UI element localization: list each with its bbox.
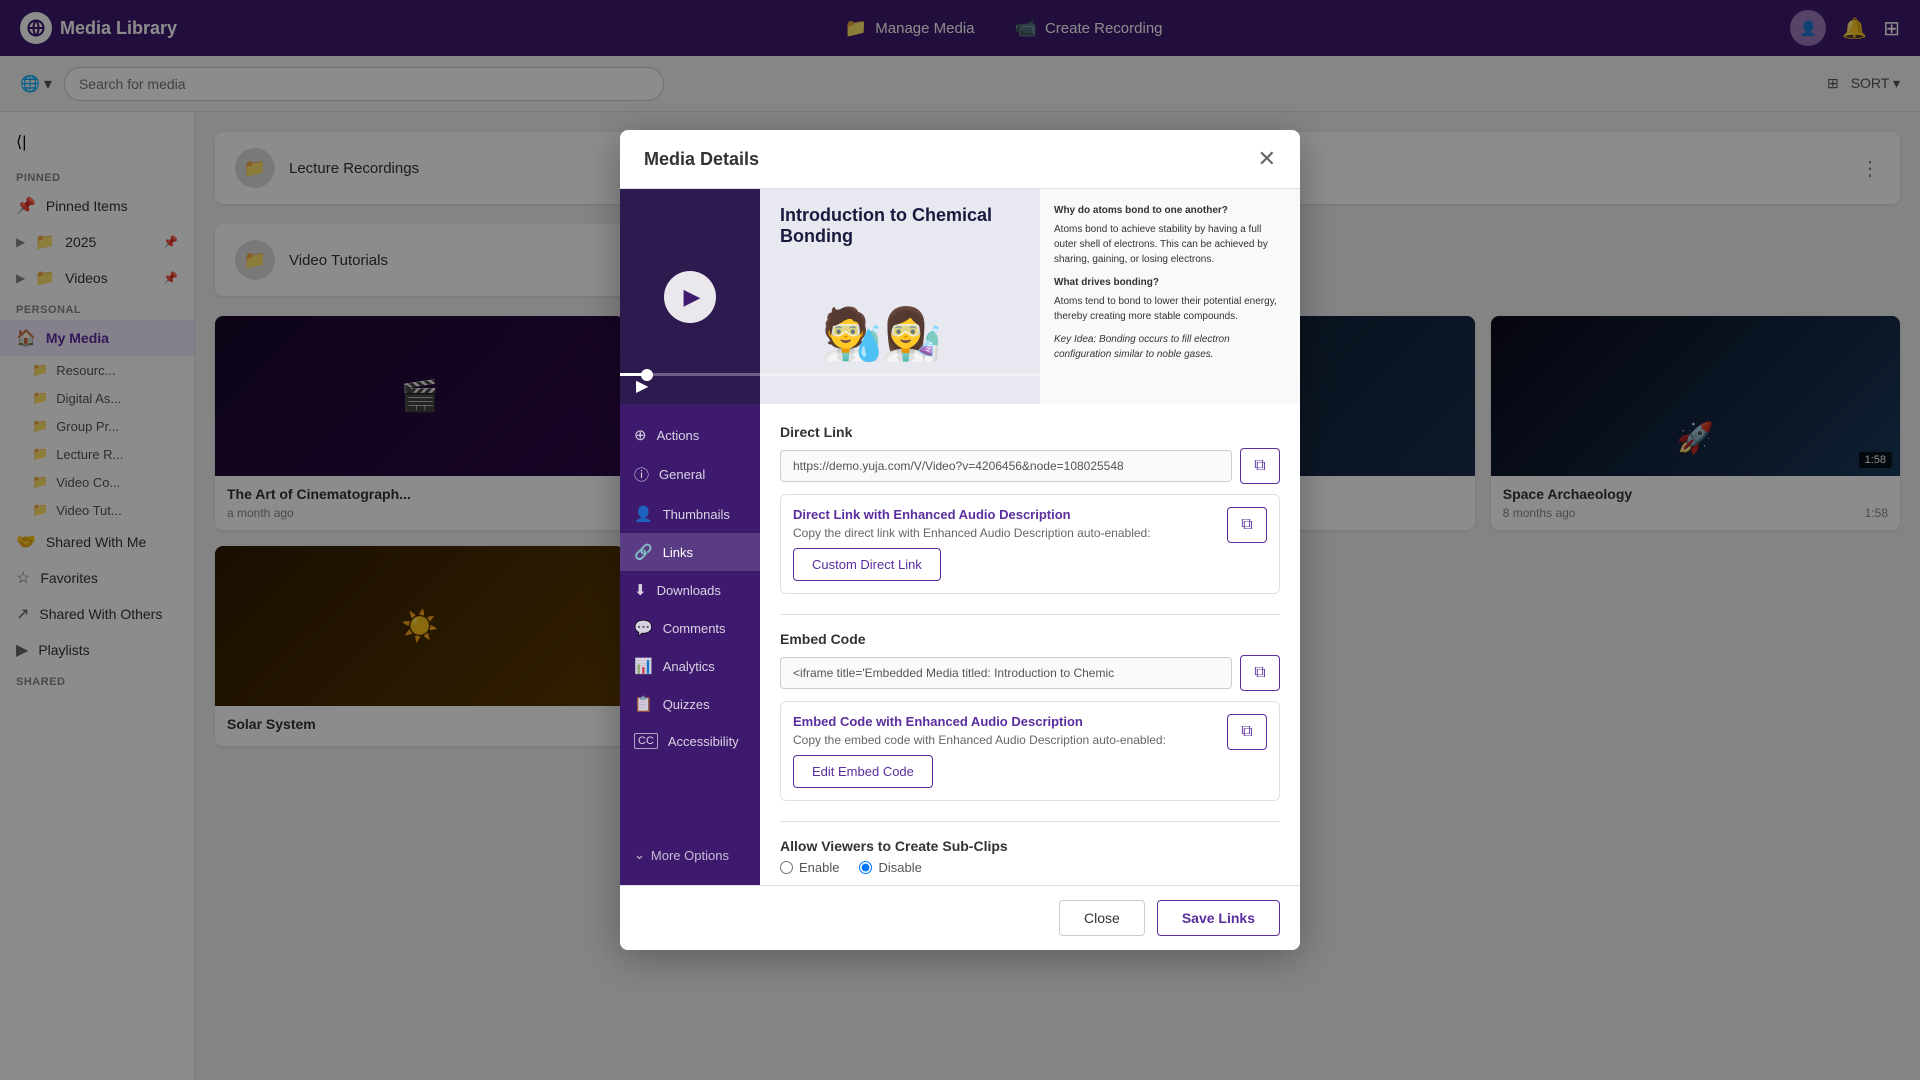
enable-radio[interactable] [780,861,793,874]
sub-clips-section: Allow Viewers to Create Sub-Clips Enable… [780,838,1280,875]
enhanced-embed-label: Embed Code with Enhanced Audio Descripti… [793,714,1219,729]
custom-direct-link-button[interactable]: Custom Direct Link [793,548,941,581]
modal-nav-content-row: ⊕ Actions ⓘ General 👤 Thumbnails 🔗 Links… [620,404,1300,885]
sub-clips-radio-group: Enable Disable [780,860,1280,875]
video-text-a1: Atoms bond to achieve stability by havin… [1054,222,1286,267]
video-play-button[interactable]: ▶ [664,271,716,323]
enhanced-embed-body: Embed Code with Enhanced Audio Descripti… [793,714,1219,755]
copy-enhanced-embed-button[interactable]: ⧉ [1227,714,1267,750]
enable-radio-label[interactable]: Enable [780,860,839,875]
embed-code-section: Embed Code ⧉ Embed Code with Enhanced Au… [780,631,1280,801]
actions-icon: ⊕ [634,426,647,444]
embed-code-input[interactable] [780,657,1232,689]
video-text-key: Key Idea: Bonding occurs to fill electro… [1054,332,1286,362]
enhanced-direct-label: Direct Link with Enhanced Audio Descript… [793,507,1219,522]
modal-nav-downloads[interactable]: ⬇ Downloads [620,571,760,609]
modal-navigation: ⊕ Actions ⓘ General 👤 Thumbnails 🔗 Links… [620,404,760,885]
video-progress-bar[interactable] [620,373,1300,376]
modal-nav-thumbnails[interactable]: 👤 Thumbnails [620,495,760,533]
direct-link-row: ⧉ [780,448,1280,484]
modal-nav-general[interactable]: ⓘ General [620,454,760,495]
embed-code-row: ⧉ [780,655,1280,691]
modal-nav-links[interactable]: 🔗 Links [620,533,760,571]
accessibility-icon: CC [634,733,658,749]
enhanced-embed-row: Embed Code with Enhanced Audio Descripti… [793,714,1267,755]
thumbnails-icon: 👤 [634,505,653,523]
enhanced-direct-row: Direct Link with Enhanced Audio Descript… [793,507,1267,548]
modal-nav-quizzes[interactable]: 📋 Quizzes [620,685,760,723]
quizzes-icon: 📋 [634,695,653,713]
enhanced-direct-body: Direct Link with Enhanced Audio Descript… [793,507,1219,548]
modal-close-button[interactable]: ✕ [1258,146,1276,172]
enhanced-embed-desc: Copy the embed code with Enhanced Audio … [793,733,1219,747]
direct-link-input[interactable] [780,450,1232,482]
video-animation-panel: Introduction to Chemical Bonding 🧑‍🔬 👩‍🔬… [760,189,1040,404]
media-details-modal: Media Details ✕ ▶ Introduction to Chemic… [620,130,1300,950]
copy-direct-link-button[interactable]: ⧉ [1240,448,1280,484]
video-text-q2: What drives bonding? [1054,275,1286,290]
links-icon: 🔗 [634,543,653,561]
enhanced-direct-desc: Copy the direct link with Enhanced Audio… [793,526,1219,540]
comments-icon: 💬 [634,619,653,637]
video-title-text: Introduction to Chemical Bonding [760,189,1040,263]
enhanced-embed-section: Embed Code with Enhanced Audio Descripti… [780,701,1280,801]
edit-embed-code-button[interactable]: Edit Embed Code [793,755,933,788]
video-text-q1: Why do atoms bond to one another? [1054,203,1286,218]
sub-clips-label: Allow Viewers to Create Sub-Clips [780,838,1280,854]
copy-embed-code-button[interactable]: ⧉ [1240,655,1280,691]
video-text-panel: Why do atoms bond to one another? Atoms … [1040,189,1300,404]
embed-code-label: Embed Code [780,631,1280,647]
direct-link-label: Direct Link [780,424,1280,440]
enhanced-direct-link-section: Direct Link with Enhanced Audio Descript… [780,494,1280,594]
modal-nav-accessibility[interactable]: CC Accessibility [620,723,760,759]
modal-nav-more-options[interactable]: ⌄ More Options [620,837,760,873]
save-links-button[interactable]: Save Links [1157,900,1280,936]
direct-link-section: Direct Link ⧉ Direct Link with Enhanced … [780,424,1280,594]
modal-title: Media Details [644,149,759,170]
video-text-a2: Atoms tend to bond to lower their potent… [1054,294,1286,324]
analytics-icon: 📊 [634,657,653,675]
water-icon: 💧 [850,329,887,364]
modal-content-panel: Direct Link ⧉ Direct Link with Enhanced … [760,404,1300,885]
modal-header: Media Details ✕ [620,130,1300,189]
divider-1 [780,614,1280,615]
modal-video-area: ▶ Introduction to Chemical Bonding 🧑‍🔬 👩… [620,189,1300,404]
modal-nav-analytics[interactable]: 📊 Analytics [620,647,760,685]
downloads-icon: ⬇ [634,581,647,599]
modal-footer: Close Save Links [620,885,1300,950]
copy-enhanced-direct-button[interactable]: ⧉ [1227,507,1267,543]
disable-radio-label[interactable]: Disable [859,860,921,875]
character-figure-right: 👩‍🔬 [880,305,942,364]
divider-2 [780,821,1280,822]
more-options-chevron: ⌄ [634,847,645,863]
video-play-control[interactable]: ▶ [636,376,648,396]
general-icon: ⓘ [634,464,649,485]
modal-nav-comments[interactable]: 💬 Comments [620,609,760,647]
modal-nav-actions[interactable]: ⊕ Actions [620,416,760,454]
disable-radio[interactable] [859,861,872,874]
close-button[interactable]: Close [1059,900,1145,936]
